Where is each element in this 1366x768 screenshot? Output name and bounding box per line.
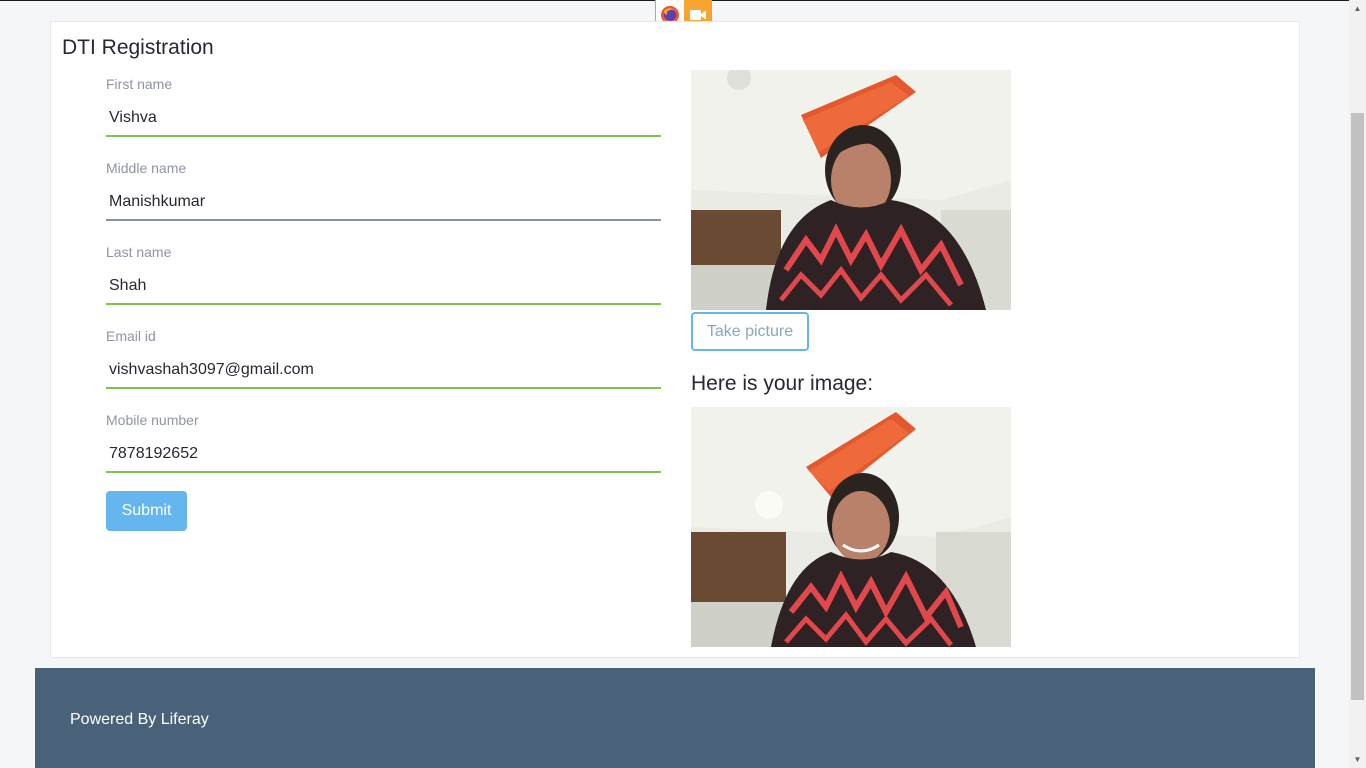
webcam-preview xyxy=(691,70,1011,310)
last-name-input[interactable] xyxy=(106,269,661,305)
first-name-field-group: First name xyxy=(106,75,661,137)
mobile-field-group: Mobile number xyxy=(106,411,661,473)
last-name-label: Last name xyxy=(106,244,172,260)
registration-card: DTI Registration First name Middle name … xyxy=(50,21,1300,658)
captured-image-heading: Here is your image: xyxy=(691,372,874,395)
email-field-group: Email id xyxy=(106,327,661,389)
submit-button[interactable]: Submit xyxy=(106,491,187,531)
scroll-up-arrow-icon[interactable]: ▲ xyxy=(1349,0,1366,17)
middle-name-input[interactable] xyxy=(106,185,661,221)
email-label: Email id xyxy=(106,328,156,344)
vertical-scrollbar[interactable]: ▲ ▼ xyxy=(1349,0,1366,768)
email-input[interactable] xyxy=(106,353,661,389)
last-name-field-group: Last name xyxy=(106,243,661,305)
middle-name-field-group: Middle name xyxy=(106,159,661,221)
first-name-input[interactable] xyxy=(106,101,661,137)
mobile-label: Mobile number xyxy=(106,412,199,428)
scroll-down-arrow-icon[interactable]: ▼ xyxy=(1349,751,1366,768)
page-title: DTI Registration xyxy=(62,36,214,59)
page-footer: Powered By Liferay xyxy=(35,668,1315,768)
middle-name-label: Middle name xyxy=(106,160,187,176)
captured-photo xyxy=(691,407,1011,647)
mobile-input[interactable] xyxy=(106,437,661,473)
first-name-label: First name xyxy=(106,76,173,92)
scrollbar-thumb[interactable] xyxy=(1351,113,1364,700)
take-picture-button[interactable]: Take picture xyxy=(691,312,809,351)
footer-powered-by: Powered By Liferay xyxy=(70,711,209,728)
